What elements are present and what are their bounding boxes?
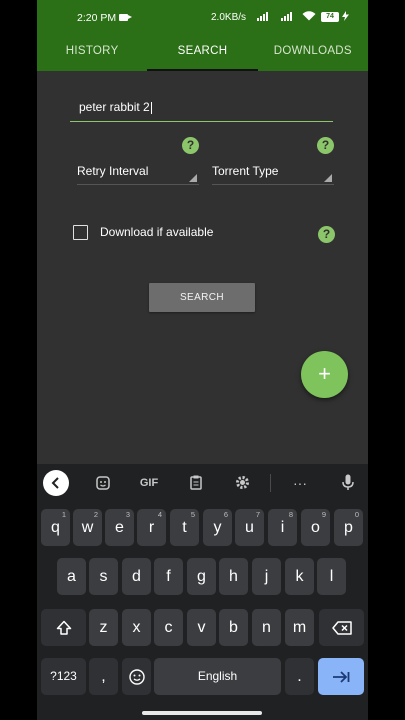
retry-interval-dropdown[interactable]: Retry Interval: [77, 158, 199, 185]
space-key[interactable]: English: [154, 658, 281, 695]
add-icon[interactable]: +: [301, 351, 348, 398]
tab-search[interactable]: SEARCH: [147, 30, 258, 71]
charging-icon: [342, 11, 349, 24]
key-u[interactable]: u7: [235, 509, 264, 546]
help-icon[interactable]: ?: [318, 226, 335, 243]
key-d[interactable]: d: [122, 558, 151, 595]
enter-key[interactable]: [318, 658, 364, 695]
settings-icon[interactable]: [232, 472, 252, 494]
key-b[interactable]: b: [219, 609, 248, 646]
retry-interval-label: Retry Interval: [77, 164, 149, 178]
key-f[interactable]: f: [154, 558, 183, 595]
key-t[interactable]: t5: [170, 509, 199, 546]
key-n[interactable]: n: [252, 609, 281, 646]
help-icon[interactable]: ?: [182, 137, 199, 154]
dropdown-arrow-icon: [324, 174, 332, 182]
keyboard: GIF ··· q1 w2 e3 r4 t5 y6 u7 i8 o9 p0 a …: [37, 464, 368, 720]
keyboard-toolbar: GIF ···: [37, 464, 368, 502]
sticker-icon[interactable]: [92, 472, 114, 494]
wifi-icon: [302, 11, 316, 24]
status-bar: 2:20 PM 2.0KB/s 74: [37, 0, 368, 30]
comma-key[interactable]: ,: [89, 658, 118, 695]
key-j[interactable]: j: [252, 558, 281, 595]
key-k[interactable]: k: [285, 558, 314, 595]
backspace-key[interactable]: [319, 609, 364, 646]
download-if-available-label: Download if available: [100, 225, 214, 239]
toolbar-divider: [270, 474, 271, 492]
phone-screen: 2:20 PM 2.0KB/s 74 HISTORY SEARCH DOWNLO…: [37, 0, 368, 720]
download-if-available-checkbox[interactable]: [73, 224, 88, 240]
key-o[interactable]: o9: [301, 509, 330, 546]
clipboard-icon[interactable]: [186, 472, 206, 494]
microphone-icon[interactable]: [338, 472, 358, 494]
key-y[interactable]: y6: [203, 509, 232, 546]
key-p[interactable]: p0: [334, 509, 363, 546]
symbols-key[interactable]: ?123: [41, 658, 86, 695]
status-time: 2:20 PM: [77, 12, 117, 24]
key-r[interactable]: r4: [137, 509, 166, 546]
signal-icon: [281, 12, 292, 21]
dropdown-arrow-icon: [189, 174, 197, 182]
key-x[interactable]: x: [122, 609, 151, 646]
key-s[interactable]: s: [89, 558, 118, 595]
search-input-value: peter rabbit 2: [79, 100, 150, 114]
key-g[interactable]: g: [187, 558, 216, 595]
torrent-type-label: Torrent Type: [212, 164, 279, 178]
torrent-type-dropdown[interactable]: Torrent Type: [212, 158, 334, 185]
signal-icon: [257, 12, 268, 21]
tab-bar: HISTORY SEARCH DOWNLOADS: [37, 30, 368, 71]
key-q[interactable]: q1: [41, 509, 70, 546]
tab-downloads[interactable]: DOWNLOADS: [258, 30, 368, 71]
key-l[interactable]: l: [317, 558, 346, 595]
download-if-available-row[interactable]: Download if available: [73, 224, 213, 240]
key-e[interactable]: e3: [105, 509, 134, 546]
more-icon[interactable]: ···: [290, 472, 310, 494]
search-button[interactable]: SEARCH: [149, 283, 255, 312]
key-c[interactable]: c: [154, 609, 183, 646]
key-a[interactable]: a: [57, 558, 86, 595]
key-i[interactable]: i8: [268, 509, 297, 546]
key-h[interactable]: h: [219, 558, 248, 595]
key-w[interactable]: w2: [73, 509, 102, 546]
key-m[interactable]: m: [285, 609, 314, 646]
period-key[interactable]: .: [285, 658, 314, 695]
help-icon[interactable]: ?: [317, 137, 334, 154]
network-speed: 2.0KB/s: [211, 12, 247, 23]
gif-icon[interactable]: GIF: [135, 472, 163, 494]
key-v[interactable]: v: [187, 609, 216, 646]
battery-icon: 74: [321, 12, 339, 22]
tab-history[interactable]: HISTORY: [37, 30, 147, 71]
text-caret: [150, 101, 152, 114]
shift-key[interactable]: [41, 609, 86, 646]
video-icon: [119, 14, 132, 21]
key-z[interactable]: z: [89, 609, 118, 646]
back-arrow-icon[interactable]: [43, 470, 69, 496]
emoji-key[interactable]: [122, 658, 151, 695]
search-input[interactable]: peter rabbit 2: [70, 94, 333, 122]
gesture-nav-bar[interactable]: [142, 711, 262, 715]
